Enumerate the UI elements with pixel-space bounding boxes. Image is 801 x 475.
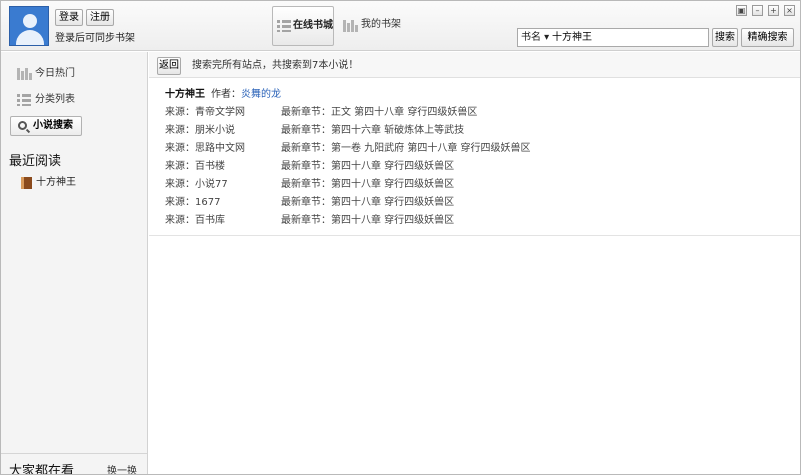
list-icon [17,94,31,106]
sync-hint: 登录后可同步书架 [55,33,135,44]
result-chapter[interactable]: 最新章节：第四十八章 穿行四级妖兽区 [281,176,454,194]
result-source: 来源：青帝文学网 [165,107,245,118]
result-chapter[interactable]: 最新章节：第四十八章 穿行四级妖兽区 [281,212,454,230]
search-button[interactable]: 搜索 [712,28,738,47]
login-button[interactable]: 登录 [55,9,83,26]
result-row[interactable]: 来源：小说77 最新章节：第四十八章 穿行四级妖兽区 [165,176,785,194]
exact-search-button[interactable]: 精确搜索 [741,28,794,47]
book-icon [21,177,32,189]
result-source: 来源：百书库 [165,215,225,226]
search-input[interactable]: 书名 ▾ 十方神王 [517,28,709,47]
search-icon [18,121,27,130]
result-chapter[interactable]: 最新章节：第四十六章 斩破炼体上等武技 [281,122,464,140]
results-list: 来源：青帝文学网 最新章节：正文 第四十八章 穿行四级妖兽区 来源：朋米小说 最… [165,104,785,230]
back-button[interactable]: 返回 [157,57,181,75]
app-window: 登录 注册 登录后可同步书架 在线书城 我的书架 ▣ – + × 书名 ▾ 十方… [0,0,801,475]
recent-book-item[interactable]: 十方神王 [21,175,76,191]
result-source: 来源：百书楼 [165,161,225,172]
book-title: 十方神王 [165,89,205,100]
everyone-watching-title: 大家都在看 [9,464,75,475]
tab-shelf-label: 我的书架 [361,19,401,30]
recent-book-title: 十方神王 [36,177,76,188]
result-row[interactable]: 来源：青帝文学网 最新章节：正文 第四十八章 穿行四级妖兽区 [165,104,785,122]
search-value: 十方神王 [552,32,592,43]
sidebar-item-label: 分类列表 [35,94,75,105]
sidebar: 今日热门 分类列表 小说搜索 最近阅读 十方神王 大家都在看 换一换 [1,52,148,475]
avatar[interactable] [9,6,49,46]
sidebar-item-label: 今日热门 [35,68,75,79]
result-row[interactable]: 来源：1677 最新章节：第四十八章 穿行四级妖兽区 [165,194,785,212]
search-type-select[interactable]: 书名 ▾ [521,29,549,46]
result-chapter[interactable]: 最新章节：正文 第四十八章 穿行四级妖兽区 [281,104,477,122]
swap-link[interactable]: 换一换 [107,462,137,474]
sidebar-item-categories[interactable]: 分类列表 [17,91,75,109]
top-bar: 登录 注册 登录后可同步书架 在线书城 我的书架 ▣ – + × 书名 ▾ 十方… [1,1,800,51]
book-header: 十方神王 作者：炎舞的龙 [165,85,281,100]
tab-my-shelf[interactable]: 我的书架 [343,6,401,46]
author-link[interactable]: 炎舞的龙 [241,89,281,100]
results-divider [149,235,800,236]
minimize-icon[interactable]: – [752,5,763,16]
sidebar-item-label: 小说搜索 [33,120,73,131]
close-icon[interactable]: × [784,5,795,16]
maximize-icon[interactable]: + [768,5,779,16]
grid-icon [277,20,291,32]
status-bar: 返回 搜索完所有站点，共搜索到7本小说！ [149,52,800,78]
result-chapter[interactable]: 最新章节：第一卷 九阳武府 第四十八章 穿行四级妖兽区 [281,140,531,158]
tab-online-label: 在线书城 [293,20,333,31]
result-row[interactable]: 来源：百书楼 最新章节：第四十八章 穿行四级妖兽区 [165,158,785,176]
register-button[interactable]: 注册 [86,9,114,26]
result-chapter[interactable]: 最新章节：第四十八章 穿行四级妖兽区 [281,158,454,176]
divider [1,453,147,454]
result-row[interactable]: 来源：朋米小说 最新章节：第四十六章 斩破炼体上等武技 [165,122,785,140]
result-row[interactable]: 来源：百书库 最新章节：第四十八章 穿行四级妖兽区 [165,212,785,230]
avatar-body [16,30,44,45]
avatar-head [23,14,37,28]
restore-icon[interactable]: ▣ [736,5,747,16]
result-source: 来源：思路中文网 [165,143,245,154]
sidebar-item-hot[interactable]: 今日热门 [17,65,75,83]
tab-online-store[interactable]: 在线书城 [272,6,334,46]
main-content: 返回 搜索完所有站点，共搜索到7本小说！ 十方神王 作者：炎舞的龙 来源：青帝文学… [149,52,800,474]
search-status: 搜索完所有站点，共搜索到7本小说！ [192,60,359,71]
result-source: 来源：朋米小说 [165,125,235,136]
recent-reading-title: 最近阅读 [9,154,62,169]
result-chapter[interactable]: 最新章节：第四十八章 穿行四级妖兽区 [281,194,454,212]
author-label: 作者： [211,89,241,100]
bookshelf-icon [343,20,359,32]
result-row[interactable]: 来源：思路中文网 最新章节：第一卷 九阳武府 第四十八章 穿行四级妖兽区 [165,140,785,158]
books-icon [17,68,33,80]
sidebar-item-novel-search[interactable]: 小说搜索 [10,116,82,136]
result-source: 来源：1677 [165,197,221,208]
result-source: 来源：小说77 [165,179,228,190]
